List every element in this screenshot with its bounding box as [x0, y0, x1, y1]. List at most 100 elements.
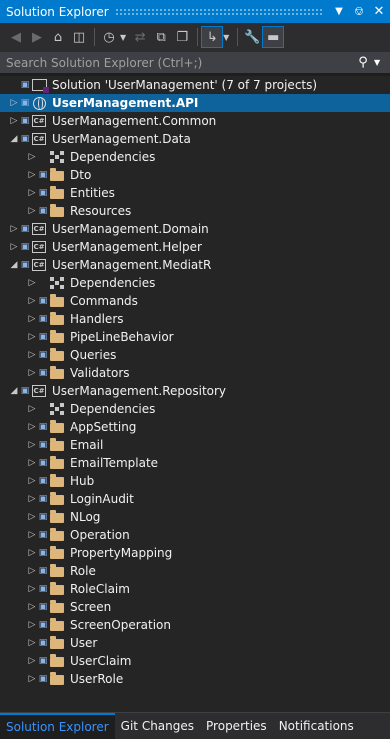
forward-icon[interactable]: ▶	[27, 27, 47, 47]
sync-icon[interactable]: ⇄	[130, 27, 150, 47]
tree-item[interactable]: ▷ ▣ ScreenOperation	[0, 616, 390, 634]
pin-icon[interactable]: ⎊	[350, 3, 368, 21]
expand-arrow-icon[interactable]: ▷	[8, 224, 20, 234]
expand-arrow-icon[interactable]: ▷	[26, 620, 38, 630]
tree-item[interactable]: ▷ ▣ PipeLineBehavior	[0, 328, 390, 346]
tree-item[interactable]: ▣ Solution 'UserManagement' (7 of 7 proje…	[0, 76, 390, 94]
collapse-arrow-icon[interactable]: ◢	[8, 386, 20, 396]
expand-arrow-icon[interactable]: ▷	[26, 512, 38, 522]
tree-item[interactable]: ▷ ▣ AppSetting	[0, 418, 390, 436]
collapse-icon[interactable]: ▬	[262, 26, 285, 48]
tree-item[interactable]: ▷ Dependencies	[0, 148, 390, 166]
dropdown-arrow-icon[interactable]: ▼	[330, 3, 348, 21]
tree-item[interactable]: ▷ ▣ Operation	[0, 526, 390, 544]
tree-item[interactable]: ▷ ▣ Handlers	[0, 310, 390, 328]
tree-item-label: UserManagement.Domain	[52, 222, 209, 236]
folder-icon	[48, 366, 66, 380]
tab-properties[interactable]: Properties	[200, 713, 273, 739]
expand-arrow-icon[interactable]: ▷	[26, 602, 38, 612]
expand-arrow-icon[interactable]: ▷	[26, 422, 38, 432]
tree-item[interactable]: ▷ Dependencies	[0, 400, 390, 418]
tree-item[interactable]: ▷ ▣ UserClaim	[0, 652, 390, 670]
tree-item[interactable]: ▷ ▣ C# UserManagement.Common	[0, 112, 390, 130]
expand-arrow-icon[interactable]: ▷	[26, 170, 38, 180]
tree-item[interactable]: ◢ ▣ C# UserManagement.Data	[0, 130, 390, 148]
expand-arrow-icon[interactable]: ▷	[26, 458, 38, 468]
tree-item-label: Role	[70, 564, 96, 578]
lock-icon: ▣	[38, 656, 48, 666]
pending-changes-filter-icon[interactable]: ◷	[99, 27, 119, 47]
expand-arrow-icon[interactable]: ▷	[8, 116, 20, 126]
tree-item[interactable]: ▷ ▣ Resources	[0, 202, 390, 220]
show-all-files-icon[interactable]: ❐	[172, 27, 192, 47]
tab-notifications[interactable]: Notifications	[273, 713, 360, 739]
expand-arrow-icon[interactable]: ▷	[8, 98, 20, 108]
tree-item[interactable]: ▷ ▣ User	[0, 634, 390, 652]
tree-item[interactable]: ▷ ▣ Hub	[0, 472, 390, 490]
tree-item[interactable]: ◢ ▣ C# UserManagement.MediatR	[0, 256, 390, 274]
expand-arrow-icon[interactable]: ▷	[26, 656, 38, 666]
lock-icon: ▣	[38, 206, 48, 216]
tree-item[interactable]: ▷ ▣ C# UserManagement.Helper	[0, 238, 390, 256]
expand-arrow-icon[interactable]: ▷	[26, 530, 38, 540]
preview-icon[interactable]: ↳	[201, 26, 224, 48]
back-icon[interactable]: ◀	[6, 27, 26, 47]
tree-item[interactable]: ▷ ▣ NLog	[0, 508, 390, 526]
tree-item[interactable]: ▷ Dependencies	[0, 274, 390, 292]
tree-item[interactable]: ◢ ▣ C# UserManagement.Repository	[0, 382, 390, 400]
expand-arrow-icon[interactable]: ▷	[8, 242, 20, 252]
chevron-down-icon[interactable]: ▼	[374, 58, 390, 67]
tree-item[interactable]: ▷ ▣ PropertyMapping	[0, 544, 390, 562]
tree-item[interactable]: ▷ ▣ RoleClaim	[0, 580, 390, 598]
expand-arrow-icon[interactable]: ▷	[26, 332, 38, 342]
tree-item[interactable]: ▷ ▣ Commands	[0, 292, 390, 310]
title-grip[interactable]	[114, 8, 322, 15]
tree-item[interactable]: ▷ ▣ Role	[0, 562, 390, 580]
expand-arrow-icon[interactable]: ▷	[26, 152, 38, 162]
search-icon[interactable]: ⚲	[352, 55, 374, 70]
collapse-arrow-icon[interactable]: ◢	[8, 260, 20, 270]
chevron-down-icon[interactable]: ▼	[120, 33, 126, 42]
tree-item[interactable]: ▷ ▣ Email	[0, 436, 390, 454]
search-input[interactable]	[6, 55, 352, 70]
switch-views-icon[interactable]: ◫	[69, 27, 89, 47]
expand-arrow-icon[interactable]: ▷	[26, 476, 38, 486]
expand-arrow-icon[interactable]: ▷	[26, 404, 38, 414]
expand-arrow-icon[interactable]: ▷	[26, 350, 38, 360]
expand-arrow-icon[interactable]: ▷	[26, 278, 38, 288]
tree-item[interactable]: ▷ ▣ Screen	[0, 598, 390, 616]
tab-git-changes[interactable]: Git Changes	[115, 713, 200, 739]
expand-arrow-icon[interactable]: ▷	[26, 674, 38, 684]
expand-arrow-icon[interactable]: ▷	[26, 368, 38, 378]
chevron-down-icon[interactable]: ▼	[223, 33, 229, 42]
lock-icon: ▣	[38, 620, 48, 630]
expand-arrow-icon[interactable]: ▷	[26, 494, 38, 504]
tree-item[interactable]: ▷ ▣ UserRole	[0, 670, 390, 688]
expand-arrow-icon[interactable]: ▷	[26, 440, 38, 450]
expand-arrow-icon[interactable]: ▷	[26, 206, 38, 216]
properties-icon[interactable]: 🔧	[242, 27, 262, 47]
expand-arrow-icon[interactable]: ▷	[26, 296, 38, 306]
expand-arrow-icon[interactable]: ▷	[26, 548, 38, 558]
csharp-project-icon: C#	[32, 133, 46, 145]
expand-arrow-icon[interactable]: ▷	[26, 584, 38, 594]
tree-item-label: UserRole	[70, 672, 124, 686]
tab-solution-explorer[interactable]: Solution Explorer	[0, 713, 115, 739]
close-icon[interactable]: ✕	[370, 3, 388, 21]
expand-arrow-icon[interactable]: ▷	[26, 314, 38, 324]
expand-arrow-icon[interactable]: ▷	[26, 638, 38, 648]
expand-arrow-icon[interactable]: ▷	[26, 566, 38, 576]
expand-arrow-icon[interactable]: ▷	[26, 188, 38, 198]
toolbar-separator	[237, 28, 239, 46]
home-icon[interactable]: ⌂	[48, 27, 68, 47]
tree-item[interactable]: ▷ ▣ C# UserManagement.Domain	[0, 220, 390, 238]
collapse-all-icon[interactable]: ⧉	[151, 27, 171, 47]
tree-item[interactable]: ▷ ▣ UserManagement.API	[0, 94, 390, 112]
tree-item[interactable]: ▷ ▣ Dto	[0, 166, 390, 184]
tree-item[interactable]: ▷ ▣ LoginAudit	[0, 490, 390, 508]
tree-item[interactable]: ▷ ▣ Validators	[0, 364, 390, 382]
tree-item[interactable]: ▷ ▣ Entities	[0, 184, 390, 202]
collapse-arrow-icon[interactable]: ◢	[8, 134, 20, 144]
tree-item[interactable]: ▷ ▣ Queries	[0, 346, 390, 364]
tree-item[interactable]: ▷ ▣ EmailTemplate	[0, 454, 390, 472]
